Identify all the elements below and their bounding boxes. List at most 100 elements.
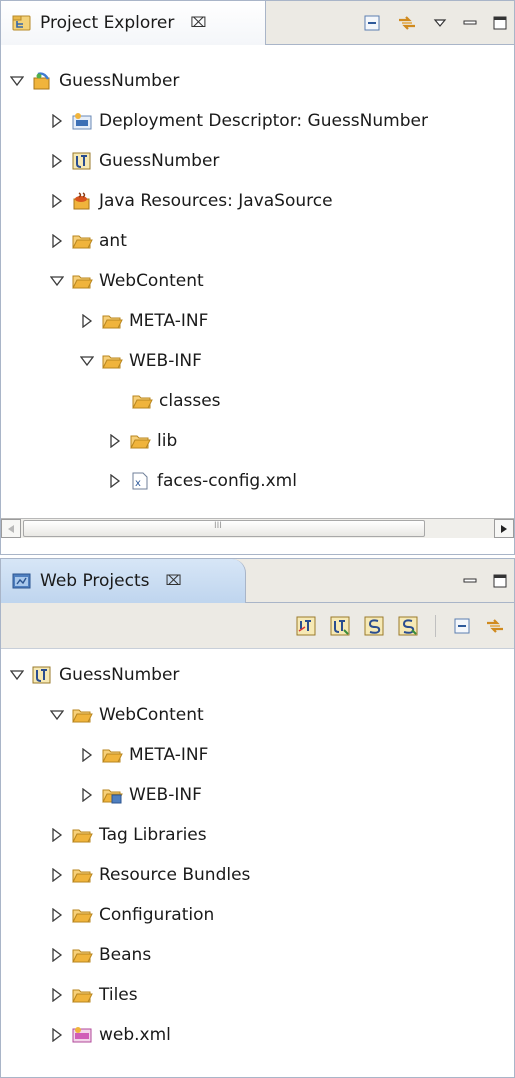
tree-item[interactable]: classes	[131, 381, 221, 421]
tree-item[interactable]: META-INF	[77, 301, 208, 341]
folder-icon	[71, 905, 93, 925]
web-projects-tab[interactable]: Web Projects ⌧	[1, 559, 246, 603]
tree-item-label: Tiles	[99, 985, 138, 1005]
jsf-project-icon	[31, 665, 53, 685]
close-view-icon[interactable]: ⌧	[166, 573, 182, 589]
collapse-all-icon[interactable]	[452, 616, 472, 636]
import-jsf-project-icon[interactable]	[329, 615, 351, 637]
folder-icon	[131, 391, 153, 411]
collapsed-twistie-icon[interactable]	[47, 231, 67, 251]
tree-item[interactable]: Deployment Descriptor: GuessNumber	[47, 101, 428, 141]
tree-item-label: WEB-INF	[129, 785, 202, 805]
tree-item-label: Configuration	[99, 905, 215, 925]
folder-icon	[71, 985, 93, 1005]
new-struts-project-icon[interactable]	[363, 615, 385, 637]
tree-item-label: classes	[159, 391, 221, 411]
expanded-twistie-icon[interactable]	[47, 705, 67, 725]
close-view-icon[interactable]: ⌧	[190, 15, 206, 31]
link-with-editor-icon[interactable]	[396, 13, 418, 33]
collapsed-twistie-icon[interactable]	[47, 825, 67, 845]
svg-text:x: x	[135, 478, 141, 489]
collapsed-twistie-icon[interactable]	[47, 1025, 67, 1045]
web-project-icon	[31, 71, 53, 91]
tree-item[interactable]: lib	[105, 421, 177, 461]
tree-item[interactable]: Configuration	[47, 895, 214, 935]
tree-item-label: Tag Libraries	[99, 825, 207, 845]
folder-icon	[71, 705, 93, 725]
collapsed-twistie-icon[interactable]	[77, 785, 97, 805]
tree-item[interactable]: GuessNumber	[7, 61, 179, 101]
tree-item[interactable]: ant	[47, 221, 127, 261]
tree-item[interactable]: WebContent	[47, 261, 204, 301]
tree-item[interactable]: Beans	[47, 935, 151, 975]
tree-item[interactable]: Resource Bundles	[47, 855, 250, 895]
folder-icon	[71, 865, 93, 885]
collapsed-twistie-icon[interactable]	[77, 311, 97, 331]
project-explorer-tabbar: Project Explorer ⌧	[1, 1, 514, 45]
tree-item[interactable]: WebContent	[47, 695, 204, 735]
folder-icon	[71, 825, 93, 845]
tree-item-label: WebContent	[99, 271, 204, 291]
tree-item[interactable]: GuessNumber	[47, 141, 219, 181]
tree-item[interactable]: Tag Libraries	[47, 815, 207, 855]
project-explorer-title: Project Explorer	[40, 13, 175, 33]
collapsed-twistie-icon[interactable]	[47, 865, 67, 885]
import-struts-project-icon[interactable]	[397, 615, 419, 637]
collapsed-twistie-icon[interactable]	[77, 745, 97, 765]
web-inf-folder-icon	[101, 785, 123, 805]
tree-item[interactable]: WEB-INF	[77, 341, 202, 381]
jsf-project-icon	[71, 151, 93, 171]
new-jsf-project-icon[interactable]	[295, 615, 317, 637]
collapsed-twistie-icon[interactable]	[47, 985, 67, 1005]
minimize-icon[interactable]	[462, 15, 478, 31]
xml-file-icon: x	[129, 471, 151, 491]
tree-item-label: WebContent	[99, 705, 204, 725]
expanded-twistie-icon[interactable]	[7, 71, 27, 91]
tree-item-label: Resource Bundles	[99, 865, 251, 885]
view-menu-icon[interactable]	[432, 15, 448, 31]
expanded-twistie-icon[interactable]	[77, 351, 97, 371]
collapsed-twistie-icon[interactable]	[47, 151, 67, 171]
tree-item-label: lib	[157, 431, 178, 451]
tree-item[interactable]: META-INF	[77, 735, 208, 775]
maximize-icon[interactable]	[492, 15, 508, 31]
folder-icon	[101, 351, 123, 371]
tree-item[interactable]: GuessNumber	[7, 655, 179, 695]
horizontal-scrollbar[interactable]: III	[1, 518, 514, 538]
tree-item-label: ant	[99, 231, 127, 251]
project-explorer-view: Project Explorer ⌧ GuessNumber Deploymen…	[0, 0, 515, 555]
tree-item[interactable]: x faces-config.xml	[105, 461, 297, 501]
collapsed-twistie-icon[interactable]	[47, 191, 67, 211]
collapsed-twistie-icon[interactable]	[47, 905, 67, 925]
scroll-left-icon[interactable]	[1, 519, 21, 538]
project-explorer-view-toolbar	[362, 1, 508, 45]
scroll-right-icon[interactable]	[494, 519, 514, 538]
minimize-icon[interactable]	[462, 573, 478, 589]
folder-icon	[71, 945, 93, 965]
web-projects-icon	[11, 571, 33, 591]
expanded-twistie-icon[interactable]	[7, 665, 27, 685]
scrollbar-thumb[interactable]: III	[23, 520, 425, 537]
tree-item[interactable]: Tiles	[47, 975, 138, 1015]
web-xml-icon	[71, 1025, 93, 1045]
folder-icon	[101, 311, 123, 331]
collapsed-twistie-icon[interactable]	[47, 111, 67, 131]
expanded-twistie-icon[interactable]	[47, 271, 67, 291]
tree-item[interactable]: WEB-INF	[77, 775, 202, 815]
tree-item-label: WEB-INF	[129, 351, 202, 371]
collapsed-twistie-icon[interactable]	[47, 945, 67, 965]
collapse-all-icon[interactable]	[362, 13, 382, 33]
tree-item-label: GuessNumber	[99, 151, 220, 171]
maximize-icon[interactable]	[492, 573, 508, 589]
link-with-editor-icon[interactable]	[484, 616, 506, 636]
tree-item[interactable]: Java Resources: JavaSource	[47, 181, 333, 221]
scrollbar-grip: III	[214, 521, 222, 531]
deployment-descriptor-icon	[71, 111, 93, 131]
project-explorer-tab[interactable]: Project Explorer ⌧	[1, 1, 266, 45]
folder-icon	[71, 271, 93, 291]
tree-item-label: Java Resources: JavaSource	[99, 191, 333, 211]
collapsed-twistie-icon[interactable]	[105, 431, 125, 451]
web-projects-tabbar: Web Projects ⌧	[1, 559, 514, 603]
tree-item[interactable]: web.xml	[47, 1015, 171, 1055]
collapsed-twistie-icon[interactable]	[105, 471, 125, 491]
